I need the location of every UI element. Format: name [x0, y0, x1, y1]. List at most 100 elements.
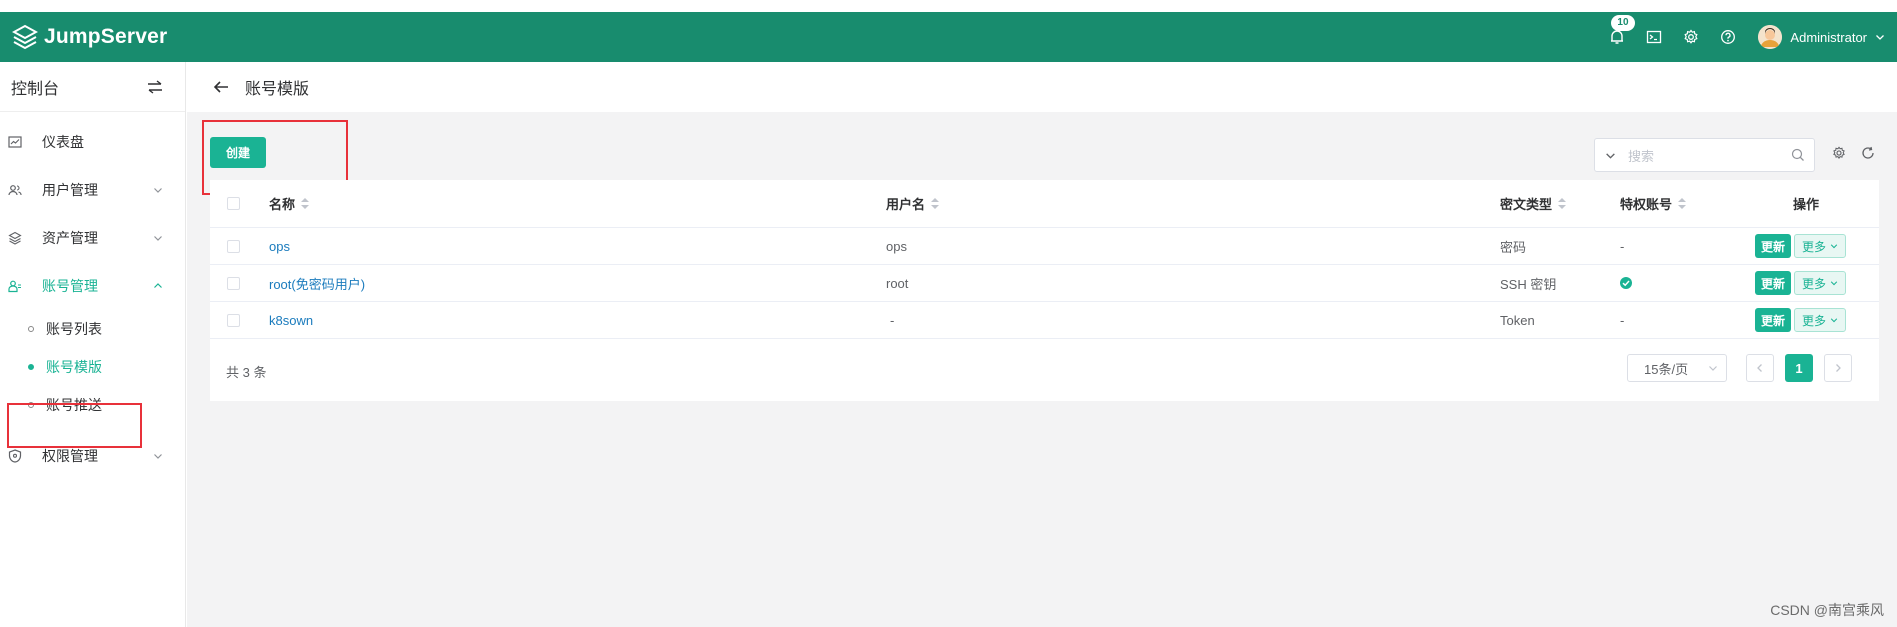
- sort-icon[interactable]: [931, 197, 940, 210]
- bell-icon[interactable]: 10: [1607, 15, 1635, 47]
- help-icon[interactable]: [1718, 27, 1738, 47]
- table-header: 名称 用户名 密文类型 特权账号 操作: [210, 180, 1879, 228]
- users-icon: [8, 185, 22, 196]
- chevron-down-icon: [154, 454, 162, 459]
- prev-page-button[interactable]: [1746, 354, 1774, 382]
- privileged-cell: [1620, 265, 1632, 301]
- chevron-down-icon[interactable]: [1875, 32, 1885, 42]
- table-row: root(免密码用户) root SSH 密钥 更新 更多: [210, 265, 1879, 302]
- header-label: 特权账号: [1620, 197, 1673, 212]
- sidebar-item-label: 账号管理: [42, 278, 98, 294]
- username-cell: ops: [886, 238, 907, 254]
- sidebar-item-users[interactable]: 用户管理: [0, 166, 185, 214]
- page-title: 账号模版: [245, 81, 310, 98]
- sidebar-item-label: 权限管理: [42, 448, 98, 464]
- jumpserver-logo-icon: [12, 24, 38, 50]
- account-template-table: 名称 用户名 密文类型 特权账号 操作 ops ops 密码 - 更新 更多 r…: [210, 180, 1879, 401]
- header-name[interactable]: 名称: [269, 180, 310, 227]
- search-placeholder: 搜索: [1628, 148, 1655, 164]
- avatar[interactable]: [1758, 25, 1783, 49]
- header-username[interactable]: 用户名: [886, 180, 940, 227]
- username-cell: root: [886, 275, 909, 291]
- sidebar-subitem-account-list[interactable]: 账号列表: [0, 310, 185, 348]
- header-label: 操作: [1793, 197, 1820, 212]
- chevron-down-icon[interactable]: [1605, 150, 1616, 161]
- more-label: 更多: [1801, 239, 1826, 254]
- update-button[interactable]: 更新: [1755, 271, 1791, 295]
- watermark: CSDN @南宫乘风: [1770, 602, 1884, 618]
- current-page[interactable]: 1: [1785, 354, 1813, 382]
- header-label: 用户名: [886, 197, 926, 212]
- chevron-down-icon: [1709, 366, 1717, 371]
- assets-icon: [8, 231, 22, 245]
- terminal-icon[interactable]: [1644, 27, 1664, 47]
- next-page-button[interactable]: [1824, 354, 1852, 382]
- refresh-icon[interactable]: [1861, 146, 1875, 160]
- highlight-box: [7, 403, 142, 448]
- privileged-cell: -: [1620, 312, 1625, 328]
- select-all-checkbox[interactable]: [227, 197, 240, 210]
- more-label: 更多: [1801, 276, 1826, 291]
- header-label: 名称: [269, 197, 296, 212]
- header-label: 密文类型: [1500, 197, 1553, 212]
- sort-icon[interactable]: [1678, 197, 1687, 210]
- total-count: 共 3 条: [226, 365, 267, 380]
- settings-icon[interactable]: [1832, 146, 1846, 160]
- privileged-cell: -: [1620, 238, 1625, 254]
- accounts-icon: [8, 280, 21, 293]
- sort-icon[interactable]: [301, 197, 310, 210]
- account-name-link[interactable]: ops: [269, 228, 290, 264]
- sidebar-item-label: 资产管理: [42, 230, 98, 246]
- notification-badge: 10: [1611, 15, 1635, 31]
- sidebar-item-assets[interactable]: 资产管理: [0, 214, 185, 262]
- page-size-select[interactable]: 15条/页: [1627, 354, 1727, 382]
- username[interactable]: Administrator: [1790, 30, 1867, 45]
- table-row: k8sown - Token - 更新 更多: [210, 302, 1879, 339]
- row-checkbox[interactable]: [227, 239, 240, 253]
- row-checkbox[interactable]: [227, 313, 240, 327]
- account-name-link[interactable]: k8sown: [269, 302, 313, 338]
- sidebar-subitem-label: 账号列表: [46, 321, 102, 337]
- header-secret-type[interactable]: 密文类型: [1500, 180, 1567, 227]
- shield-icon: [8, 449, 22, 463]
- chevron-down-icon: [154, 188, 162, 193]
- more-button[interactable]: 更多: [1794, 308, 1846, 332]
- gear-icon[interactable]: [1681, 27, 1701, 47]
- create-button[interactable]: 创建: [210, 137, 266, 168]
- update-button[interactable]: 更新: [1755, 234, 1791, 258]
- sort-icon[interactable]: [1558, 197, 1567, 210]
- header-privileged[interactable]: 特权账号: [1620, 180, 1687, 227]
- check-circle-icon: [1620, 277, 1632, 289]
- brand-name: JumpServer: [44, 25, 168, 48]
- chevron-left-icon: [1757, 364, 1762, 372]
- dashboard-icon: [8, 136, 22, 148]
- sidebar: 控制台 仪表盘 用户管理 资产管理 账号管理 账号列表 账号模版 账号推送 权限…: [0, 62, 186, 627]
- account-name-link[interactable]: root(免密码用户): [269, 265, 365, 301]
- sidebar-item-dashboard[interactable]: 仪表盘: [0, 118, 185, 166]
- back-arrow-icon[interactable]: [213, 80, 229, 94]
- chevron-right-icon: [1836, 364, 1841, 372]
- switch-view-icon[interactable]: [147, 79, 163, 94]
- more-button[interactable]: 更多: [1794, 271, 1846, 295]
- secret-type-cell: Token: [1500, 312, 1535, 328]
- table-row: ops ops 密码 - 更新 更多: [210, 228, 1879, 265]
- logo[interactable]: JumpServer: [12, 24, 167, 50]
- secret-type-cell: SSH 密钥: [1500, 276, 1557, 292]
- search-icon[interactable]: [1791, 148, 1805, 162]
- sidebar-subitem-label: 账号模版: [46, 359, 102, 375]
- row-checkbox[interactable]: [227, 276, 240, 290]
- search-input[interactable]: 搜索: [1594, 138, 1815, 172]
- update-button[interactable]: 更新: [1755, 308, 1791, 332]
- sidebar-subitem-account-template[interactable]: 账号模版: [0, 348, 185, 386]
- page-size-value: 15条/页: [1644, 361, 1689, 377]
- sidebar-item-label: 仪表盘: [42, 134, 84, 150]
- more-button[interactable]: 更多: [1794, 234, 1846, 258]
- topbar: JumpServer 10 Administrator: [0, 12, 1897, 62]
- sidebar-item-accounts[interactable]: 账号管理: [0, 262, 185, 310]
- bullet-icon: [28, 326, 34, 332]
- page-header: 账号模版: [187, 62, 1897, 112]
- bullet-icon: [28, 364, 34, 370]
- pagination-bar: 共 3 条 15条/页 1: [210, 339, 1879, 401]
- sidebar-header: 控制台: [0, 62, 185, 112]
- header-actions: 操作: [1793, 180, 1819, 227]
